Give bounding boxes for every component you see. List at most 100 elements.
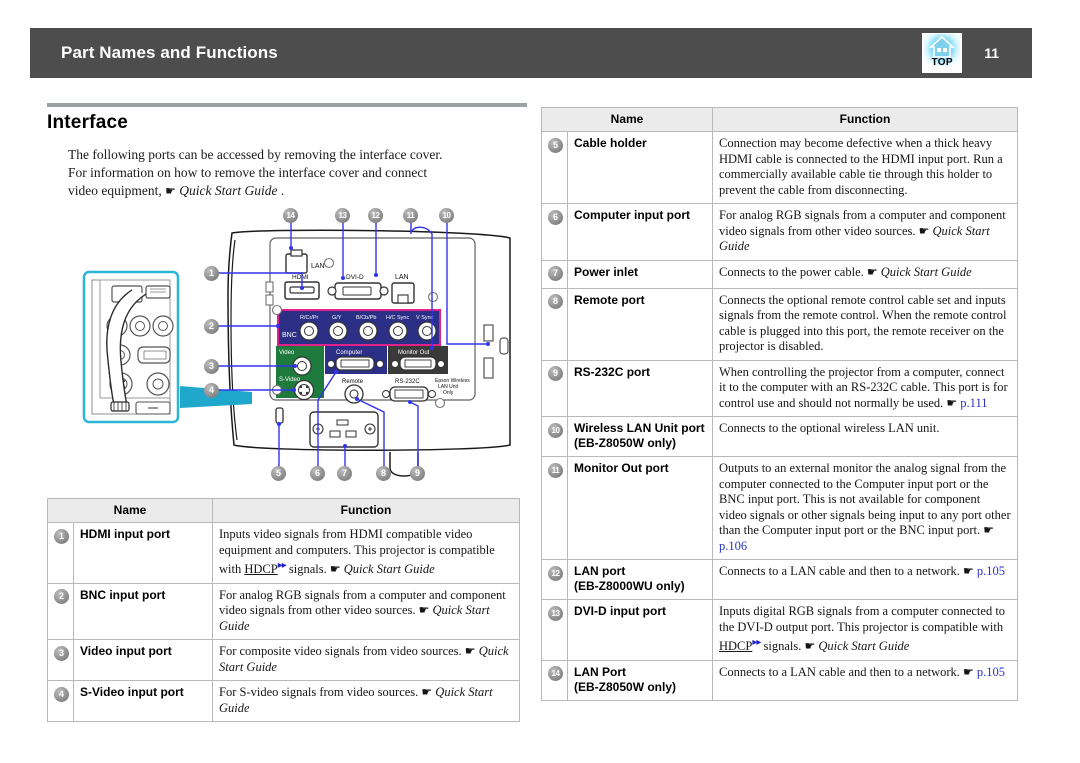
row-number: 1	[47, 522, 74, 584]
row-name: Video input port	[73, 639, 213, 682]
number-bullet-icon: 4	[54, 686, 69, 702]
row-function: For analog RGB signals from a computer a…	[212, 582, 520, 641]
row-name: Remote port	[567, 287, 713, 361]
table-row: 11 Monitor Out port Outputs to an external…	[541, 456, 1018, 560]
row-function: Connects to a LAN cable and then to a ne…	[712, 659, 1018, 701]
panel-screw-3	[271, 304, 283, 316]
callout-5: 5	[271, 466, 286, 481]
row-number: 5	[541, 131, 568, 204]
table-row: 2 BNC input port For analog RGB signals fr…	[47, 582, 520, 641]
table-row: 3 Video input port For composite video sig…	[47, 639, 520, 682]
label-rs232c: RS-232C	[395, 379, 420, 385]
row-number: 8	[541, 287, 568, 361]
row-name: Wireless LAN Unit port (EB-Z8050W only)	[567, 416, 713, 457]
table-row: 7 Power inlet Connects to the power cable.…	[541, 259, 1018, 289]
label-dvid: DVI-D	[346, 274, 364, 281]
row-function: Connection may become defective when a t…	[712, 131, 1018, 204]
callout-7: 7	[337, 466, 352, 481]
dvid-screw-right	[379, 286, 389, 296]
home-glyph-icon	[929, 35, 956, 58]
row-name: Monitor Out port	[567, 456, 713, 560]
section-title: Interface	[47, 112, 129, 133]
row-number: 7	[541, 259, 568, 289]
row-name: Cable holder	[567, 131, 713, 204]
row-name: LAN port (EB-Z8000WU only)	[567, 559, 713, 600]
row-number: 10	[541, 416, 568, 457]
callout-11: 11	[403, 208, 418, 223]
lan-top-jack-icon	[285, 253, 308, 274]
cable-holder-slot	[275, 407, 284, 424]
row-name: BNC input port	[73, 582, 213, 641]
table-row: 14 LAN Port (EB-Z8050W only) Connects to a …	[541, 659, 1018, 701]
col-header-function: Function	[212, 498, 520, 523]
number-bullet-icon: 3	[54, 645, 69, 661]
panel-screw-1	[323, 257, 335, 269]
dvid-pin-block	[342, 286, 372, 296]
callout-13: 13	[335, 208, 350, 223]
table-row: 4 S-Video input port For S-video signals f…	[47, 680, 520, 723]
number-bullet-icon: 1	[54, 528, 69, 544]
panel-screw-2	[427, 291, 439, 303]
intro-reference-link[interactable]: Quick Start Guide	[179, 183, 277, 198]
interface-panel-diagram: LAN HDMI DVI-D LAN BNC R/Cr/Pr G/Y B/Cb/…	[80, 200, 530, 490]
table-row: 8 Remote port Connects the optional remote…	[541, 287, 1018, 361]
label-hdmi: HDMI	[292, 274, 309, 281]
row-name: DVI-D input port	[567, 599, 713, 661]
row-function: For S-video signals from video sources. …	[212, 680, 520, 723]
callout-2: 2	[204, 319, 219, 334]
label-bnc: BNC	[282, 332, 297, 339]
header-right-group: TOP 11	[922, 28, 1032, 78]
lan-top-jack-tab	[290, 249, 303, 257]
panel-screw-5	[434, 397, 446, 409]
row-number: 11	[541, 456, 568, 560]
label-remote: Remote	[342, 379, 364, 385]
top-home-icon[interactable]: TOP	[922, 33, 963, 73]
table-row: 13 DVI-D input port Inputs digital RGB sig…	[541, 599, 1018, 661]
top-icon-label: TOP	[931, 57, 953, 68]
label-wireless-3: Only	[443, 390, 454, 396]
callout-9: 9	[410, 466, 425, 481]
row-name: HDMI input port	[73, 522, 213, 584]
row-function: When controlling the projector from a co…	[712, 359, 1018, 417]
number-bullet-icon: 14	[548, 666, 563, 682]
label-bnc-pin-4: H/C Sync	[386, 315, 409, 321]
row-name: Computer input port	[567, 203, 713, 261]
table-row: 1 HDMI input port Inputs video signals fro…	[47, 522, 520, 584]
intro-line-2: For information on how to remove the int…	[68, 165, 428, 180]
callout-10: 10	[439, 208, 454, 223]
table-header-row: Name Function	[47, 498, 520, 523]
intro-line-3-prefix: video equipment,	[68, 183, 166, 198]
side-clip-lower	[483, 357, 494, 379]
page-number: 11	[984, 45, 999, 61]
intro-line-1: The following ports can be accessed by r…	[68, 147, 443, 162]
label-bnc-pin-5: V Sync	[416, 315, 434, 321]
intro-line-3-suffix: .	[277, 183, 285, 198]
row-function: For analog RGB signals from a computer a…	[712, 203, 1018, 261]
col-header-function: Function	[712, 107, 1018, 132]
row-number: 9	[541, 359, 568, 417]
label-lan-top: LAN	[311, 263, 325, 270]
side-clip-upper	[483, 324, 494, 342]
callout-6: 6	[310, 466, 325, 481]
table-row: 10 Wireless LAN Unit port (EB-Z8050W only)…	[541, 416, 1018, 457]
row-number: 3	[47, 639, 74, 682]
number-bullet-icon: 10	[548, 422, 563, 438]
number-bullet-icon: 9	[548, 366, 563, 382]
row-number: 6	[541, 203, 568, 261]
row-number: 14	[541, 659, 568, 701]
col-header-name: Name	[47, 498, 213, 523]
left-spec-table-wrap: Name Function 1 HDMI input port Inputs vid…	[47, 498, 520, 723]
row-number: 12	[541, 559, 568, 600]
row-function: Inputs video signals from HDMI compatibl…	[212, 522, 520, 584]
row-name: LAN Port (EB-Z8050W only)	[567, 659, 713, 701]
intro-paragraph: The following ports can be accessed by r…	[68, 146, 518, 200]
lan-right-jack-tab	[397, 294, 409, 304]
row-function: Connects to the power cable. ☛ Quick Sta…	[712, 259, 1018, 289]
right-spec-table: Name Function 5 Cable holder Connection ma…	[541, 107, 1018, 701]
diagram-svg: LAN HDMI DVI-D LAN BNC R/Cr/Pr G/Y B/Cb/…	[82, 216, 511, 477]
left-spec-table: Name Function 1 HDMI input port Inputs vid…	[47, 498, 520, 723]
label-video: Video	[279, 350, 295, 356]
table-header-row: Name Function	[541, 107, 1018, 132]
callout-4: 4	[204, 383, 219, 398]
number-bullet-icon: 11	[548, 462, 563, 478]
